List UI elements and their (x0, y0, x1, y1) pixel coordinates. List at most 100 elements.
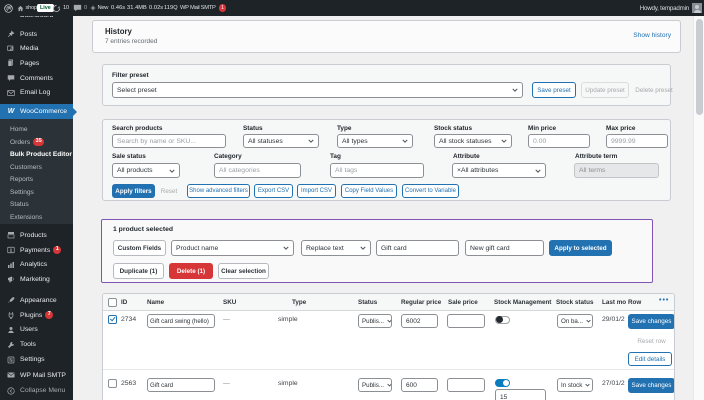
sidebar-item-products[interactable]: Products (0, 228, 73, 242)
sidebar-subitem-extensions[interactable]: Extensions (0, 211, 73, 224)
show-advanced-filters-button[interactable]: Show advanced filters (187, 184, 250, 198)
save-changes-button[interactable]: Save changes (628, 378, 674, 393)
save-changes-button[interactable]: Save changes (628, 314, 674, 329)
sidebar-item-plugins[interactable]: Plugins 7 (0, 308, 73, 322)
stock-management-toggle[interactable] (495, 378, 510, 387)
reset-row-button[interactable]: Reset row (628, 336, 674, 347)
type-select[interactable]: All types (337, 134, 413, 148)
bulk-search-input[interactable] (376, 240, 459, 256)
copy-field-values-button[interactable]: Copy Field Values (341, 184, 397, 198)
scrollbar-thumb[interactable] (696, 19, 703, 115)
new-content-menu[interactable]: New (90, 0, 108, 16)
stock-management-toggle[interactable] (495, 315, 510, 324)
tag-input-field[interactable] (335, 167, 419, 174)
sidebar-item-dashboard[interactable]: Dashboard (0, 16, 73, 22)
name-input-field[interactable] (150, 381, 212, 389)
comments-menu[interactable]: 0 (73, 0, 87, 16)
qm-queries[interactable]: 119Q (164, 0, 178, 16)
page-scrollbar[interactable] (693, 16, 704, 400)
sidebar-item-analytics[interactable]: Analytics (0, 258, 73, 272)
site-menu[interactable]: shop (17, 0, 37, 16)
tag-input[interactable] (330, 163, 424, 178)
search-products-input-field[interactable] (117, 137, 221, 145)
update-preset-button[interactable]: Update preset (581, 82, 629, 98)
cell-regular-price-input[interactable] (401, 378, 438, 392)
sidebar-subitem-home[interactable]: Home (0, 123, 73, 136)
clear-selection-button[interactable]: Clear selection (218, 263, 269, 279)
delete-preset-button[interactable]: Delete preset (632, 82, 676, 98)
delete-button[interactable]: Delete (1) (169, 263, 213, 279)
regular-price-input-field[interactable] (406, 317, 433, 325)
search-products-input[interactable] (112, 134, 226, 148)
cell-status-select[interactable]: Publis... (358, 378, 392, 392)
sale-price-input-field[interactable] (452, 381, 480, 389)
row-checkbox[interactable] (108, 314, 117, 324)
category-input-field[interactable] (219, 167, 296, 174)
cell-status-select[interactable]: Publis... (358, 314, 392, 328)
reset-filters-button[interactable]: Reset (159, 184, 179, 198)
cell-name-input[interactable] (147, 314, 215, 328)
stock-status-select[interactable]: All stock statuses (434, 134, 512, 148)
sidebar-subitem-bulk-product-editor[interactable]: Bulk Product Editor (0, 148, 73, 161)
cell-stock-status-select[interactable]: On ba... (557, 314, 593, 328)
sidebar-subitem-customers[interactable]: Customers (0, 161, 73, 174)
apply-filters-button[interactable]: Apply filters (112, 184, 155, 198)
import-csv-button[interactable]: Import CSV (297, 184, 336, 198)
preset-select[interactable]: Select preset (112, 82, 523, 98)
bulk-replace-input[interactable] (465, 240, 544, 256)
max-price-input[interactable] (606, 134, 668, 148)
cell-name-input[interactable] (147, 378, 215, 392)
status-select[interactable]: All statuses (243, 134, 319, 148)
row-checkbox[interactable] (108, 378, 117, 388)
select-all-checkbox[interactable] (108, 297, 117, 307)
custom-fields-button[interactable]: Custom Fields (113, 240, 166, 256)
wp-logo-menu[interactable] (4, 0, 13, 16)
cell-sale-price-input[interactable] (447, 378, 485, 392)
sidebar-item-appearance[interactable]: Appearance (0, 293, 73, 307)
cell-sale-price-input[interactable] (447, 314, 485, 328)
duplicate-button[interactable]: Duplicate (1) (113, 263, 164, 279)
sale-status-select[interactable]: All products (112, 163, 180, 178)
regular-price-input-field[interactable] (406, 381, 433, 389)
bulk-replace-input-field[interactable] (470, 244, 539, 252)
max-price-input-field[interactable] (611, 137, 663, 145)
sidebar-item-email-log[interactable]: Email Log (0, 86, 73, 100)
bulk-action-select[interactable]: Replace text (301, 240, 371, 256)
qm-memory[interactable]: 31.4MB (127, 0, 147, 16)
sidebar-item-payments[interactable]: Payments 1 (0, 243, 73, 257)
sidebar-item-marketing[interactable]: Marketing (0, 272, 73, 286)
qm-time[interactable]: 0.46s (111, 0, 125, 16)
cell-stock-qty-input[interactable] (495, 389, 546, 400)
apply-to-selected-button[interactable]: Apply to selected (549, 240, 612, 256)
sidebar-item-settings[interactable]: Settings (0, 353, 73, 367)
sidebar-item-posts[interactable]: Posts (0, 27, 73, 41)
wp-mail-smtp-menu[interactable]: WP Mail SMTP 1 (180, 0, 227, 16)
cell-regular-price-input[interactable] (401, 314, 438, 328)
bulk-field-select[interactable]: Product name (171, 240, 294, 256)
name-input-field[interactable] (150, 317, 212, 325)
table-menu-icon[interactable]: ••• (659, 297, 669, 304)
sidebar-item-woocommerce[interactable]: W WooCommerce (0, 104, 73, 119)
save-preset-button[interactable]: Save preset (532, 82, 576, 98)
sidebar-subitem-orders[interactable]: Orders 35 (0, 136, 73, 149)
account-menu[interactable]: Howdy, tempadmin (640, 0, 702, 16)
convert-to-variable-button[interactable]: Convert to Variable (402, 184, 459, 198)
sidebar-item-wp-mail-smtp[interactable]: WP Mail SMTP (0, 368, 73, 382)
export-csv-button[interactable]: Export CSV (254, 184, 293, 198)
min-price-input-field[interactable] (533, 137, 585, 145)
qm-db-time[interactable]: 0.02s (149, 0, 163, 16)
sidebar-item-tools[interactable]: Tools (0, 338, 73, 352)
collapse-menu-button[interactable]: Collapse Menu (0, 384, 73, 398)
sidebar-subitem-reports[interactable]: Reports (0, 173, 73, 186)
sidebar-item-media[interactable]: Media (0, 42, 73, 56)
sale-price-input-field[interactable] (452, 317, 480, 325)
attribute-select[interactable]: ×All attributes (452, 163, 546, 178)
cell-stock-status-select[interactable]: In stock (557, 378, 593, 392)
edit-details-button[interactable]: Edit details (628, 352, 672, 366)
show-history-link[interactable]: Show history (633, 32, 671, 39)
sidebar-item-comments[interactable]: Comments (0, 71, 73, 85)
category-input[interactable] (214, 163, 301, 178)
min-price-input[interactable] (528, 134, 590, 148)
sidebar-item-users[interactable]: Users (0, 323, 73, 337)
stock-qty-input-field[interactable] (500, 393, 541, 400)
